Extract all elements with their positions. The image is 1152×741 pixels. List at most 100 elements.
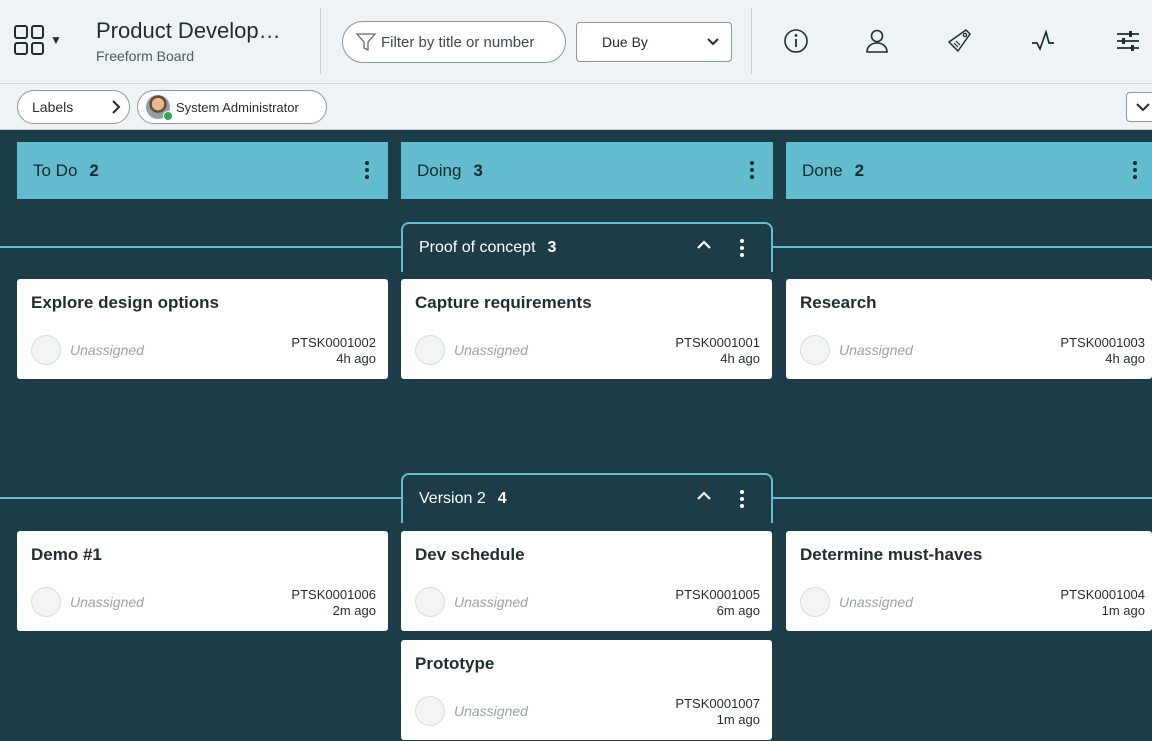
settings-button[interactable] [1111,24,1145,58]
expand-toolbar-button[interactable] [1126,92,1152,122]
card-number: PTSK0001003 [1060,335,1145,350]
avatar-placeholder [31,587,61,617]
column-header-todo[interactable]: To Do 2 [17,142,388,199]
user-filter-name: System Administrator [176,99,299,115]
divider [751,8,752,74]
board-switcher-button[interactable]: ▼ [14,22,74,58]
card-title: Capture requirements [415,293,592,312]
swimlane-header-proof-of-concept[interactable]: Proof of concept 3 [401,222,773,272]
card-meta: PTSK0001003 4h ago [1060,335,1145,367]
card-meta: PTSK0001005 6m ago [675,587,760,619]
divider [320,8,321,74]
user-icon [866,29,888,53]
task-card[interactable]: Explore design options Unassigned PTSK00… [17,279,388,379]
settings-sliders-icon [1117,31,1139,51]
activity-icon [1032,29,1054,52]
more-vertical-icon[interactable] [739,238,745,258]
board-header: ▼ Product Develop… Freeform Board Due By [0,0,1152,84]
swimlane-header-version-2[interactable]: Version 2 4 [401,473,773,523]
card-title: Prototype [415,654,495,673]
swimlane-name: Version 2 [419,490,486,507]
card-meta: PTSK0001002 4h ago [291,335,376,367]
column-header-doing[interactable]: Doing 3 [401,142,773,199]
sort-select[interactable]: Due By [576,22,732,62]
task-card[interactable]: Capture requirements Unassigned PTSK0001… [401,279,772,379]
card-meta: PTSK0001004 1m ago [1060,587,1145,619]
swimlane-count: 4 [497,490,507,507]
avatar-placeholder [31,335,61,365]
card-number: PTSK0001002 [291,335,376,350]
assignee-name: Unassigned [70,594,144,610]
card-title: Explore design options [31,293,219,312]
labels-button[interactable]: Labels [17,90,130,124]
card-age: 1m ago [1101,603,1145,618]
card-number: PTSK0001001 [675,335,760,350]
assignee-name: Unassigned [839,342,913,358]
task-card[interactable]: Demo #1 Unassigned PTSK0001006 2m ago [17,531,388,631]
activity-button[interactable] [1026,24,1060,58]
board-title-block[interactable]: Product Develop… Freeform Board [96,18,306,64]
column-count: 3 [473,160,483,180]
caret-down-icon: ▼ [50,33,62,47]
card-number: PTSK0001006 [291,587,376,602]
card-assignee[interactable]: Unassigned [415,587,528,617]
more-vertical-icon[interactable] [739,489,745,509]
assignee-name: Unassigned [454,594,528,610]
avatar [146,95,173,121]
card-assignee[interactable]: Unassigned [415,335,528,365]
card-age: 4h ago [720,351,760,366]
card-title: Determine must-haves [800,545,983,564]
user-filter-chip[interactable]: System Administrator [137,90,327,124]
card-number: PTSK0001004 [1060,587,1145,602]
avatar-placeholder [800,587,830,617]
chevron-up-icon[interactable] [696,240,712,250]
presence-indicator [163,111,173,121]
card-assignee[interactable]: Unassigned [415,696,528,726]
card-assignee[interactable]: Unassigned [31,587,144,617]
column-header-done[interactable]: Done 2 [786,142,1152,199]
chevron-down-icon [1136,102,1150,111]
card-age: 1m ago [716,712,760,727]
card-assignee[interactable]: Unassigned [31,335,144,365]
assignee-name: Unassigned [454,342,528,358]
avatar-placeholder [415,587,445,617]
card-meta: PTSK0001007 1m ago [675,696,760,728]
column-name: Done [802,160,843,180]
filter-input[interactable] [381,33,557,51]
card-assignee[interactable]: Unassigned [800,587,913,617]
assignee-name: Unassigned [454,703,528,719]
swimlane-name: Proof of concept [419,239,536,256]
labels-manage-button[interactable] [942,24,976,58]
more-vertical-icon[interactable] [364,160,370,180]
sort-select-value: Due By [602,34,648,50]
info-button[interactable] [779,24,813,58]
card-age: 6m ago [716,603,760,618]
card-number: PTSK0001007 [675,696,760,711]
more-vertical-icon[interactable] [1132,160,1138,180]
filter-field[interactable] [342,21,566,63]
members-button[interactable] [860,24,894,58]
card-number: PTSK0001005 [675,587,760,602]
task-card[interactable]: Prototype Unassigned PTSK0001007 1m ago [401,640,772,740]
task-card[interactable]: Determine must-haves Unassigned PTSK0001… [786,531,1152,631]
task-card[interactable]: Research Unassigned PTSK0001003 4h ago [786,279,1152,379]
avatar-placeholder [415,335,445,365]
task-card[interactable]: Dev schedule Unassigned PTSK0001005 6m ag… [401,531,772,631]
card-title: Dev schedule [415,545,525,564]
more-vertical-icon[interactable] [749,160,755,180]
chevron-right-icon [112,100,121,114]
card-meta: PTSK0001006 2m ago [291,587,376,619]
card-age: 4h ago [1105,351,1145,366]
card-meta: PTSK0001001 4h ago [675,335,760,367]
labels-bar: Labels System Administrator [0,84,1152,130]
board-title: Product Develop… [96,18,281,43]
card-age: 2m ago [332,603,376,618]
card-title: Research [800,293,877,312]
board-type: Freeform Board [96,48,195,64]
assignee-name: Unassigned [839,594,913,610]
chevron-up-icon[interactable] [696,491,712,501]
column-count: 2 [854,160,865,180]
card-assignee[interactable]: Unassigned [800,335,913,365]
column-name: Doing [417,160,462,180]
column-count: 2 [89,160,99,180]
